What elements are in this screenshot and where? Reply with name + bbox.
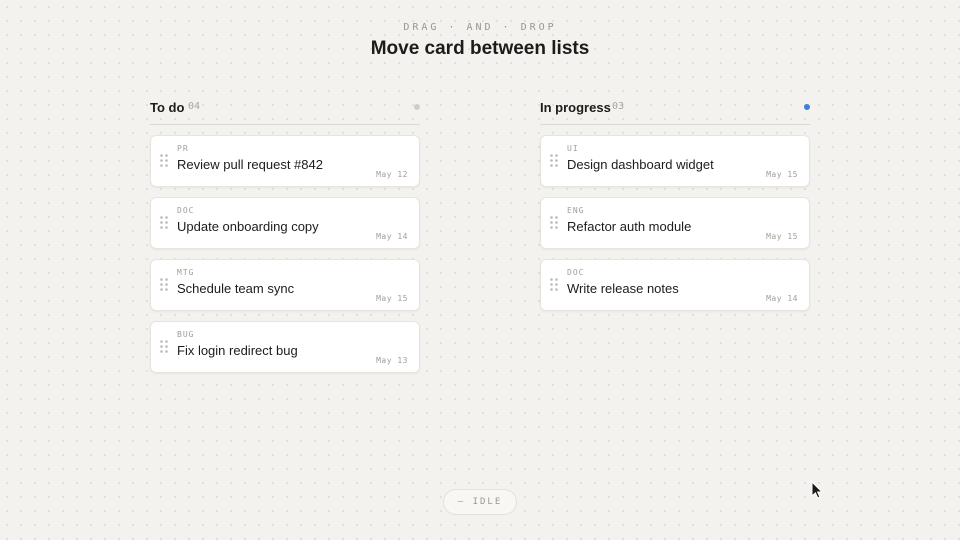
- card-title: Write release notes: [567, 281, 679, 296]
- drag-handle-icon[interactable]: [160, 340, 168, 353]
- card-tag: DOC: [567, 268, 585, 277]
- card-tag: MTG: [177, 268, 195, 277]
- column-count: 03: [612, 101, 625, 112]
- status-badge: — IDLE: [443, 489, 517, 515]
- card-date: May 15: [766, 170, 798, 179]
- column-title: In progress: [540, 100, 611, 115]
- card-tag: PR: [177, 144, 189, 153]
- drag-handle-icon[interactable]: [160, 278, 168, 291]
- card-tag: UI: [567, 144, 579, 153]
- card-date: May 12: [376, 170, 408, 179]
- drag-handle-icon[interactable]: [550, 278, 558, 291]
- page-title: Move card between lists: [370, 38, 590, 59]
- card-list: UI Design dashboard widget May 15 ENG Re…: [540, 135, 810, 311]
- card-title: Review pull request #842: [177, 157, 323, 172]
- card-title: Refactor auth module: [567, 219, 692, 234]
- card-tag: ENG: [567, 206, 585, 215]
- card-date: May 13: [376, 356, 408, 365]
- card-title: Schedule team sync: [177, 281, 295, 296]
- card[interactable]: MTG Schedule team sync May 15: [150, 259, 420, 311]
- drag-handle-icon[interactable]: [550, 154, 558, 167]
- card-date: May 15: [766, 232, 798, 241]
- column-in-progress: In progress 03 UI Design dashboard widge…: [540, 96, 810, 321]
- card-tag: BUG: [177, 330, 195, 339]
- card[interactable]: DOC Update onboarding copy May 14: [150, 197, 420, 249]
- column-todo: To do 04 PR Review pull request #842 May…: [150, 96, 420, 383]
- card-date: May 15: [376, 294, 408, 303]
- card-title: Fix login redirect bug: [177, 343, 298, 358]
- page-eyebrow: DRAG · AND · DROP: [403, 22, 557, 33]
- column-header: To do 04: [150, 96, 420, 125]
- column-status-dot: [804, 104, 810, 110]
- column-status-dot: [414, 104, 420, 110]
- card-list: PR Review pull request #842 May 12 DOC U…: [150, 135, 420, 373]
- card-title: Design dashboard widget: [567, 157, 714, 172]
- mouse-pointer-icon: [811, 481, 823, 499]
- drag-handle-icon[interactable]: [160, 154, 168, 167]
- card[interactable]: UI Design dashboard widget May 15: [540, 135, 810, 187]
- card-tag: DOC: [177, 206, 195, 215]
- card-date: May 14: [766, 294, 798, 303]
- card[interactable]: BUG Fix login redirect bug May 13: [150, 321, 420, 373]
- column-header: In progress 03: [540, 96, 810, 125]
- card-date: May 14: [376, 232, 408, 241]
- card[interactable]: DOC Write release notes May 14: [540, 259, 810, 311]
- card[interactable]: ENG Refactor auth module May 15: [540, 197, 810, 249]
- card-title: Update onboarding copy: [177, 219, 319, 234]
- column-count: 04: [188, 101, 201, 112]
- drag-handle-icon[interactable]: [550, 216, 558, 229]
- column-title: To do: [150, 100, 185, 115]
- drag-handle-icon[interactable]: [160, 216, 168, 229]
- card[interactable]: PR Review pull request #842 May 12: [150, 135, 420, 187]
